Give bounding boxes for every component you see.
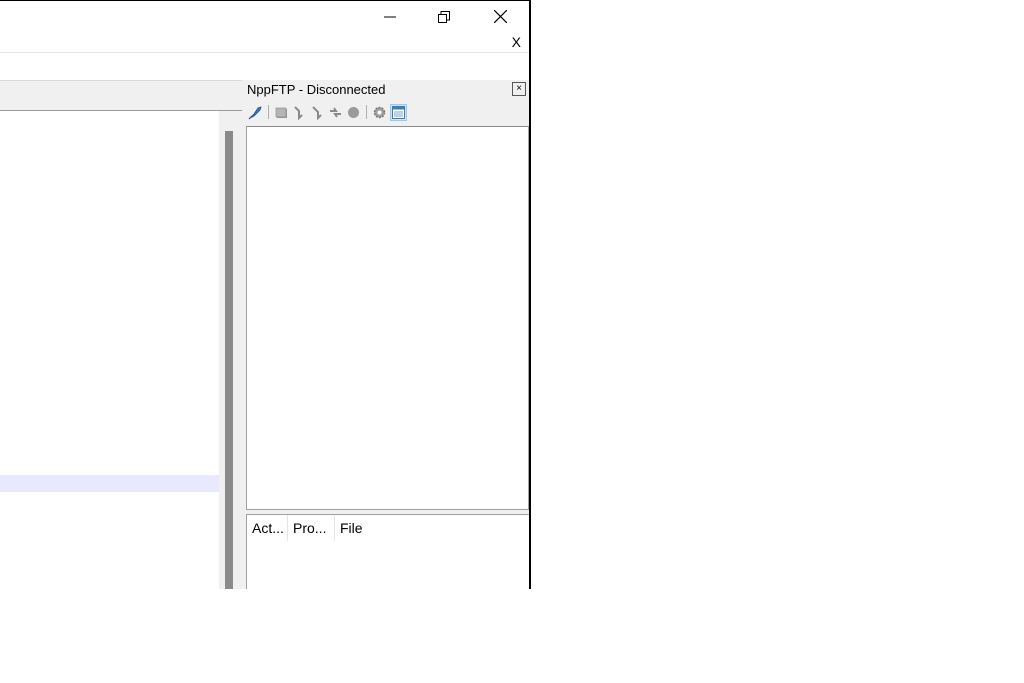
vertical-scrollbar[interactable] (219, 111, 242, 589)
scrollbar-thumb[interactable] (225, 131, 233, 589)
main-toolbar (0, 53, 529, 80)
remote-file-tree[interactable] (246, 126, 529, 510)
disconnect-icon (275, 107, 287, 118)
nppftp-title-bar: NppFTP - Disconnected × (246, 80, 529, 100)
upload-button[interactable] (310, 105, 325, 120)
toolbar-separator (268, 105, 269, 119)
download-button[interactable] (292, 105, 307, 120)
close-document-button[interactable]: X (512, 34, 521, 50)
message-window-button[interactable] (390, 103, 407, 121)
settings-icon (373, 106, 386, 118)
title-bar (0, 1, 529, 32)
nppftp-panel: NppFTP - Disconnected × Act... Pro... Fi… (246, 80, 529, 589)
close-icon (493, 10, 507, 23)
transfer-queue[interactable]: Act... Pro... File (246, 514, 529, 589)
nppftp-title: NppFTP - Disconnected (247, 82, 386, 97)
abort-button[interactable] (346, 105, 361, 120)
abort-icon (348, 106, 359, 118)
tab-strip (0, 80, 242, 112)
queue-column-file[interactable]: File (335, 515, 435, 541)
queue-header: Act... Pro... File (247, 515, 529, 541)
message-window-icon (392, 105, 405, 119)
connect-button[interactable] (248, 105, 263, 120)
nppftp-close-button[interactable]: × (512, 82, 526, 96)
current-line-highlight (0, 475, 219, 492)
restore-icon (438, 10, 450, 23)
upload-icon (312, 105, 322, 120)
restore-button[interactable] (421, 1, 467, 32)
close-button[interactable] (477, 1, 523, 32)
minimize-button[interactable] (367, 1, 413, 32)
menu-bar: X (0, 32, 529, 53)
refresh-icon (330, 106, 341, 118)
toolbar-separator (366, 105, 367, 119)
settings-button[interactable] (372, 105, 387, 120)
nppftp-toolbar (246, 101, 529, 123)
connect-icon (248, 105, 262, 119)
notepad-plus-plus-window: X NppFTP - Disconnected × Act... Pro... … (0, 0, 531, 589)
disconnect-button[interactable] (274, 105, 289, 120)
refresh-button[interactable] (328, 105, 343, 120)
download-icon (294, 105, 303, 120)
editor-area[interactable] (0, 111, 219, 589)
queue-column-progress[interactable]: Pro... (288, 515, 335, 541)
queue-column-action[interactable]: Act... (247, 515, 288, 541)
minimize-icon (384, 16, 396, 17)
